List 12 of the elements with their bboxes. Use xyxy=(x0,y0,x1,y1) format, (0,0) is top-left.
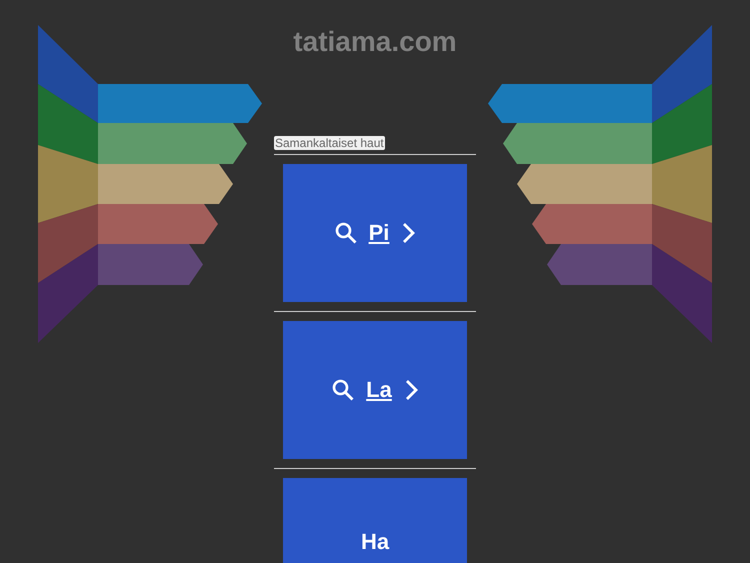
result-card[interactable]: Pi xyxy=(283,164,467,302)
section-label: Samankaltaiset haut xyxy=(274,136,385,150)
site-title: tatiama.com xyxy=(293,26,457,58)
result-link[interactable]: Ha xyxy=(360,529,390,555)
search-icon xyxy=(332,379,354,401)
result-link[interactable]: Pi xyxy=(368,220,390,246)
chevron-icon xyxy=(404,379,418,401)
chevron-icon xyxy=(401,222,416,244)
search-icon xyxy=(334,222,357,244)
result-card[interactable]: Ha xyxy=(283,478,467,563)
result-link[interactable]: La xyxy=(366,377,392,403)
result-card[interactable]: La xyxy=(283,321,467,459)
